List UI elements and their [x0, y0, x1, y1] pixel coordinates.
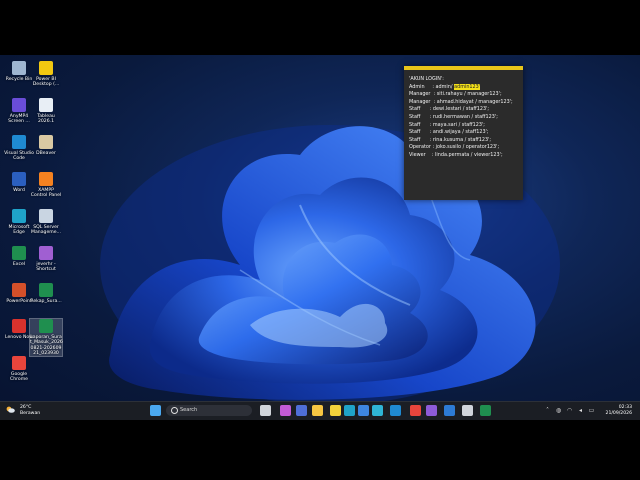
- vscode-icon: [12, 135, 26, 149]
- desktop-icon[interactable]: XAMPP Control Panel: [30, 172, 62, 199]
- start-icon[interactable]: [150, 405, 161, 416]
- note-line-text: Staff : andi.wijaya / staff123';: [409, 129, 489, 136]
- note-line-text: Manager : ahmad.hidayat / manager123';: [409, 98, 513, 105]
- note-line-text: Manager : siti.rahayu / manager123';: [409, 91, 502, 98]
- desktop-icon[interactable]: Power BI Desktop (...: [30, 61, 62, 88]
- battery-icon[interactable]: ▭: [588, 407, 595, 414]
- excel-icon: [12, 246, 26, 260]
- desktop-icon[interactable]: Rekap_Sura...: [30, 283, 62, 304]
- sql-server-icon: [39, 209, 53, 223]
- desktop-icon[interactable]: Laporan_Sura t_Masuk_2026 0821-202609 21…: [29, 317, 63, 358]
- partly-cloudy-icon: [6, 406, 15, 413]
- note-line: Manager : siti.rahayu / manager123';: [409, 91, 523, 99]
- note-line: Staff : andi.wijaya / staff123';: [409, 129, 523, 137]
- power-bi-icon: [39, 61, 53, 75]
- recycle-bin-icon: [12, 61, 26, 75]
- desktop-icon-label: DBeaver: [36, 151, 56, 156]
- vscode-icon[interactable]: [390, 405, 401, 416]
- wallpaper-bloom: [100, 125, 560, 405]
- desktop-icon[interactable]: jeverhr - Shortcut: [30, 246, 62, 273]
- wifi-icon[interactable]: ◠: [566, 407, 573, 414]
- excel-icon[interactable]: [480, 405, 491, 416]
- file-explorer-icon[interactable]: [312, 405, 323, 416]
- chrome-icon[interactable]: [410, 405, 421, 416]
- note-line-text: Staff : rudi.hermawan / staff123';: [409, 113, 498, 120]
- sticky-notes-icon[interactable]: [330, 405, 341, 416]
- store-icon[interactable]: [358, 405, 369, 416]
- widgets-icon[interactable]: [296, 405, 307, 416]
- desktop: Recycle Bin Power BI Desktop (... AnyMP4 S…: [0, 55, 640, 419]
- note-highlight: admin123': [454, 83, 481, 90]
- lenovo-now-icon: [12, 319, 26, 333]
- xampp-icon: [39, 172, 53, 186]
- task-view-icon[interactable]: [260, 405, 271, 416]
- excel-file-icon: [39, 319, 53, 333]
- edge-beta-icon[interactable]: [372, 405, 383, 416]
- dbeaver-icon: [39, 135, 53, 149]
- shortcut-icon: [39, 246, 53, 260]
- search-icon: [171, 407, 178, 414]
- clock-date: 21/09/2026: [605, 411, 632, 416]
- note-line: Admin : admin/ admin123': [409, 83, 523, 92]
- volume-icon[interactable]: ◂: [577, 407, 584, 414]
- copilot-icon[interactable]: [280, 405, 291, 416]
- note-line-text: Staff : maya.sari / staff123';: [409, 121, 485, 128]
- sticky-note-text[interactable]: 'AKUN LOGIN': Admin : admin/ admin123' Man…: [404, 70, 523, 160]
- word-icon: [12, 172, 26, 186]
- visual-studio-icon[interactable]: [426, 405, 437, 416]
- note-line-text: Admin : admin/: [409, 83, 455, 90]
- edge-icon[interactable]: [344, 405, 355, 416]
- chrome-icon: [12, 356, 26, 370]
- desktop-icon-label: Tableau 2026.1: [37, 114, 55, 125]
- note-line-text: Staff : rina.kusuma / staff123';: [409, 136, 492, 143]
- desktop-icon[interactable]: Google Chrome: [3, 356, 35, 383]
- desktop-icon-label: jeverhr - Shortcut: [36, 262, 56, 273]
- note-line: Staff : maya.sari / staff123';: [409, 122, 523, 130]
- desktop-icon-label: XAMPP Control Panel: [30, 188, 62, 199]
- desktop-icon-label: SQL Server Manageme...: [31, 225, 61, 236]
- note-line: 'AKUN LOGIN':: [409, 76, 523, 84]
- taskbar-search[interactable]: Search: [166, 405, 252, 416]
- desktop-icon-label: Laporan_Sura t_Masuk_2026 0821-202609 21…: [30, 335, 63, 356]
- tableau-icon: [39, 98, 53, 112]
- note-line-text: Operator : joko.susilo / operator123';: [409, 144, 500, 151]
- desktop-icon-label: Google Chrome: [9, 372, 29, 383]
- note-line: Staff : rina.kusuma / staff123';: [409, 137, 523, 145]
- chevron-up-icon[interactable]: ˄: [544, 407, 551, 414]
- taskbar: 26°C Berawan Search ˄ ◍ ◠ ◂ ▭ 02:33 21/09/20…: [0, 401, 640, 420]
- desktop-icon-label: Rekap_Sura...: [30, 299, 62, 304]
- desktop-icon-label: Power BI Desktop (...: [32, 77, 60, 88]
- desktop-icon[interactable]: SQL Server Manageme...: [30, 209, 62, 236]
- note-line-text: 'AKUN LOGIN':: [409, 76, 444, 82]
- edge-icon: [12, 209, 26, 223]
- note-line: Manager : ahmad.hidayat / manager123';: [409, 99, 523, 107]
- snipping-tool-icon[interactable]: [462, 405, 473, 416]
- excel-file-icon: [39, 283, 53, 297]
- sticky-note-window[interactable]: 'AKUN LOGIN': Admin : admin/ admin123' Man…: [404, 66, 523, 200]
- note-line-text: Staff : dewi.lestari / staff123';: [409, 106, 490, 113]
- weather-condition: Berawan: [20, 410, 41, 416]
- powerpoint-icon: [12, 283, 26, 297]
- search-placeholder: Search: [180, 407, 198, 413]
- note-line: Staff : rudi.hermawan / staff123';: [409, 114, 523, 122]
- ssms-icon[interactable]: [444, 405, 455, 416]
- language-icon[interactable]: ◍: [555, 407, 562, 414]
- note-line-text: Viewer : linda.permata / viewer123';: [409, 151, 503, 158]
- anymp4-icon: [12, 98, 26, 112]
- note-line: Operator : joko.susilo / operator123';: [409, 144, 523, 152]
- desktop-icon[interactable]: DBeaver: [30, 135, 62, 156]
- desktop-icon[interactable]: Tableau 2026.1: [30, 98, 62, 125]
- note-line: Staff : dewi.lestari / staff123';: [409, 106, 523, 114]
- clock[interactable]: 02:33 21/09/2026: [606, 405, 632, 417]
- note-line: Viewer : linda.permata / viewer123';: [409, 152, 523, 160]
